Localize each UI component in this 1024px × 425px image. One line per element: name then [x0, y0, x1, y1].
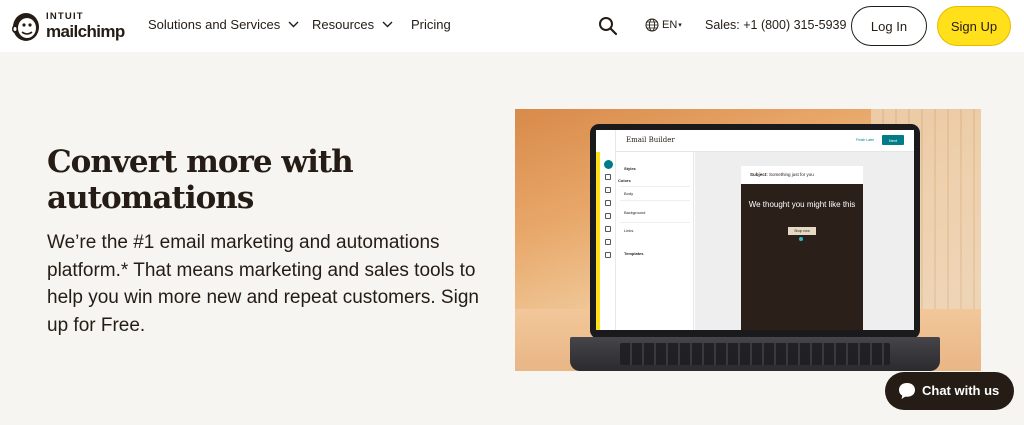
- subject-text: Something just for you: [769, 172, 814, 177]
- nav-solutions-and-services[interactable]: Solutions and Services: [148, 17, 299, 32]
- language-code: EN: [662, 19, 678, 31]
- chat-label: Chat with us: [922, 383, 1000, 398]
- screen-tool-icon: [605, 239, 611, 245]
- screen-finish-later-link: Finish Later: [856, 138, 875, 142]
- screen-tool-rail: [596, 130, 616, 330]
- screen-styles-label: Styles: [624, 166, 636, 171]
- laptop: Email Builder Finish Later Next Styles C…: [590, 124, 920, 339]
- chevron-down-icon: [382, 21, 393, 28]
- screen-tool-icon: [605, 174, 611, 180]
- laptop-screen: Email Builder Finish Later Next Styles C…: [596, 130, 914, 330]
- screen-links-label: Links: [624, 228, 634, 233]
- chat-bubble-icon: [899, 383, 915, 399]
- screen-email-shop-button: Shop now: [788, 227, 816, 235]
- nav-label: Pricing: [411, 17, 451, 32]
- screen-email-body: We thought you might like this Shop now: [741, 184, 863, 330]
- subject-label: Subject:: [750, 172, 768, 177]
- freddie-logo-icon: [12, 13, 39, 41]
- screen-app-title: Email Builder: [626, 136, 675, 144]
- laptop-keys: [620, 343, 890, 365]
- login-button[interactable]: Log In: [851, 6, 927, 46]
- nav-resources[interactable]: Resources: [312, 17, 393, 32]
- laptop-keyboard: [570, 337, 940, 371]
- nav-pricing[interactable]: Pricing: [411, 17, 451, 32]
- screen-next-button: Next: [882, 135, 904, 145]
- screen-body-label: Body: [624, 191, 634, 196]
- screen-topbar: Email Builder Finish Later Next: [596, 130, 914, 152]
- chat-with-us-button[interactable]: Chat with us: [885, 372, 1014, 410]
- hero-title: Convert more with automations: [47, 144, 354, 216]
- screen-email-handle: [799, 237, 803, 241]
- screen-email-subject: Subject: Something just for you: [750, 172, 814, 177]
- mailchimp-logo[interactable]: INTUIT mailchimp: [10, 9, 128, 43]
- screen-tool-icon: [605, 187, 611, 193]
- screen-styles-tool-icon: [604, 160, 613, 169]
- screen-background-label: Background: [624, 210, 646, 215]
- hero-subtitle: We’re the #1 email marketing and automat…: [47, 232, 479, 336]
- divider: [620, 200, 690, 201]
- nav-label: Solutions and Services: [148, 17, 281, 32]
- top-nav-bar: INTUIT mailchimp Solutions and Services …: [0, 0, 1024, 52]
- search-icon[interactable]: [598, 16, 618, 36]
- caret-down-icon: ▾: [678, 22, 682, 29]
- screen-templates-label: Templates: [624, 251, 644, 256]
- language-selector[interactable]: EN ▾: [645, 18, 682, 32]
- screen-styles-panel: Styles Colors Body Background Links Temp…: [616, 152, 694, 330]
- nav-label: Resources: [312, 17, 375, 32]
- logo-intuit-text: INTUIT: [46, 11, 84, 23]
- chevron-down-icon: [288, 21, 299, 28]
- screen-rail-stripe: [596, 152, 600, 330]
- screen-email-preview: Subject: Something just for you We thoug…: [741, 166, 863, 330]
- sales-phone[interactable]: Sales: +1 (800) 315-5939: [705, 18, 846, 32]
- divider: [620, 222, 690, 223]
- screen-email-canvas: Subject: Something just for you We thoug…: [695, 152, 914, 330]
- logo-mailchimp-text: mailchimp: [46, 21, 125, 41]
- hero-laptop-image: Email Builder Finish Later Next Styles C…: [515, 109, 981, 371]
- screen-tool-icon: [605, 200, 611, 206]
- screen-tool-icon: [605, 213, 611, 219]
- globe-icon: [645, 18, 659, 32]
- screen-tool-icon: [605, 226, 611, 232]
- divider: [620, 186, 690, 187]
- screen-tool-icon: [605, 252, 611, 258]
- screen-colors-label: Colors: [618, 178, 631, 183]
- signup-button[interactable]: Sign Up: [937, 6, 1011, 46]
- screen-email-headline: We thought you might like this: [748, 200, 856, 209]
